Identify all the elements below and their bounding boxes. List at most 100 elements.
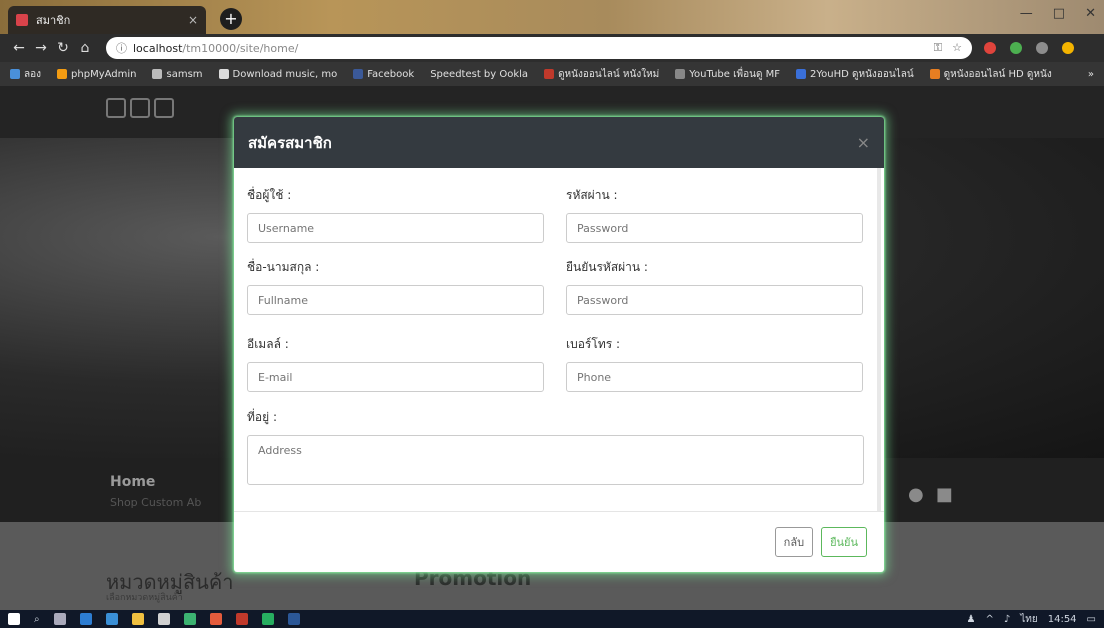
username-input[interactable] [247,213,544,243]
user-account-icon[interactable]: ● [908,484,924,505]
youtube-icon [675,69,686,79]
confirm-button[interactable]: ยืนยัน [821,527,867,557]
url-host: localhost [133,41,183,55]
twitter-icon[interactable] [130,98,150,118]
phone-input[interactable] [566,362,863,392]
modal-title: สมัครสมาชิก [248,133,332,152]
facebook-icon[interactable] [106,98,126,118]
address-group: ที่อยู่ : [247,408,864,485]
confirm-password-label: ยืนยันรหัสผ่าน : [566,260,648,274]
monitor-icon [218,69,229,79]
2youhd-icon [796,69,807,79]
browser-tab[interactable]: สมาชิก × [8,6,206,34]
tray-language[interactable]: ไทย [1020,612,1037,627]
mail-icon[interactable] [157,613,170,625]
modal-scrollbar[interactable] [877,168,881,511]
system-tray: ♟ ^ ♪ ไทย 14:54 ▭ [966,612,1096,627]
site-favicon-icon [16,14,28,26]
bookmark-star-icon[interactable]: ☆ [952,41,962,55]
browser-tab-bar: สมาชิก × + — □ ✕ [0,0,1104,34]
bookmark-phpmyadmin[interactable]: phpMyAdmin [57,69,136,80]
nav-home-link[interactable]: Home [110,474,155,490]
app-icon[interactable] [183,613,196,625]
minimize-button[interactable]: — [1020,6,1033,21]
menu-icon[interactable] [1062,42,1074,54]
windows-taskbar: ⌕ ♟ ^ ♪ ไทย 14:54 ▭ [0,610,1104,628]
phone-group: เบอร์โทร : [566,335,863,392]
task-view-icon[interactable] [53,613,66,625]
url-input[interactable]: ⓘ localhost/tm10000/site/home/ ⚿ ☆ [106,37,972,59]
email-group: อีเมลล์ : [247,335,544,392]
bookmark-hd-movies[interactable]: ดูหนังออนไลน์ HD ดูหนัง [929,67,1052,82]
modal-header: สมัครสมาชิก × [234,117,884,168]
bookmark-download-music[interactable]: Download music, mo [218,69,337,80]
bookmark-apps[interactable]: ลอง [10,67,41,82]
password-group: รหัสผ่าน : [566,186,863,243]
facebook-icon [353,69,364,79]
windows-start-icon[interactable] [8,613,20,625]
password-input[interactable] [566,213,863,243]
forward-arrow-icon[interactable]: → [30,40,52,56]
store-icon[interactable] [131,613,144,625]
window-close-button[interactable]: ✕ [1085,6,1096,21]
address-label: ที่อยู่ : [247,410,278,424]
edge-icon[interactable] [79,613,92,625]
bookmark-youtube[interactable]: YouTube เพื่อนดู MF [675,67,780,82]
bookmark-thai-movies[interactable]: ดูหนังออนไลน์ หนังใหม่ [544,67,659,82]
profile-avatar-icon[interactable] [1036,42,1048,54]
clock[interactable]: 14:54 [1048,614,1077,625]
hd-movie-icon [929,69,940,79]
window-controls: — □ ✕ [1020,6,1096,21]
phpmyadmin-icon [57,69,68,79]
volume-icon[interactable]: ♪ [1004,614,1010,625]
back-arrow-icon[interactable]: ← [8,40,30,56]
apps-grid-icon [10,69,20,79]
fullname-label: ชื่อ-นามสกุล : [247,260,320,274]
fullname-input[interactable] [247,285,544,315]
home-icon[interactable]: ⌂ [74,40,96,56]
bookmark-2youhd[interactable]: 2YouHD ดูหนังออนไลน์ [796,67,914,82]
app-icon[interactable] [235,613,248,625]
bookmark-facebook[interactable]: Facebook [353,69,414,80]
back-button[interactable]: กลับ [774,527,814,557]
nav-right-icons: ● ■ [908,484,953,505]
movie-site-icon [544,69,555,79]
explorer-icon[interactable] [105,613,118,625]
address-textarea[interactable] [247,435,864,485]
address-bar-row: ← → ↻ ⌂ ⓘ localhost/tm10000/site/home/ ⚿… [0,34,1104,62]
tab-close-icon[interactable]: × [188,13,198,27]
email-label: อีเมลล์ : [247,337,289,351]
close-icon[interactable]: × [857,133,870,152]
search-icon[interactable]: ⌕ [34,614,40,625]
bookmark-samsm[interactable]: samsm [152,69,203,80]
email-input[interactable] [247,362,544,392]
bookmarks-bar: ลอง phpMyAdmin samsm Download music, mo … [0,62,1104,86]
bookmark-speedtest[interactable]: Speedtest by Ookla [430,69,528,80]
extension-icon[interactable] [984,42,996,54]
social-links [106,98,174,118]
instagram-icon[interactable] [154,98,174,118]
new-tab-button[interactable]: + [220,8,242,30]
app-icon[interactable] [261,613,274,625]
chrome-icon[interactable] [209,613,222,625]
notifications-icon[interactable]: ▭ [1087,614,1096,625]
extension-icon[interactable] [1010,42,1022,54]
bookmarks-overflow-button[interactable]: » [1088,69,1094,80]
confirm-password-input[interactable] [566,285,863,315]
modal-body: ชื่อผู้ใช้ : รหัสผ่าน : ชื่อ-นามสกุล : ย… [234,168,884,511]
word-icon[interactable] [287,613,300,625]
tab-title: สมาชิก [36,14,71,27]
tray-chevron-icon[interactable]: ^ [985,614,993,625]
register-modal: สมัครสมาชิก × ชื่อผู้ใช้ : รหัสผ่าน : ชื… [234,117,884,572]
key-icon[interactable]: ⚿ [934,41,942,55]
people-icon[interactable]: ♟ [966,614,975,625]
nav-links[interactable]: Shop Custom Ab [110,496,201,509]
phone-label: เบอร์โทร : [566,337,621,351]
page-icon [152,69,163,79]
info-icon[interactable]: ⓘ [116,40,127,56]
maximize-button[interactable]: □ [1053,6,1065,21]
url-path: /tm10000/site/home/ [182,41,299,55]
extension-icons [984,42,1074,54]
shopping-bag-icon[interactable]: ■ [936,484,953,505]
reload-icon[interactable]: ↻ [52,40,74,56]
